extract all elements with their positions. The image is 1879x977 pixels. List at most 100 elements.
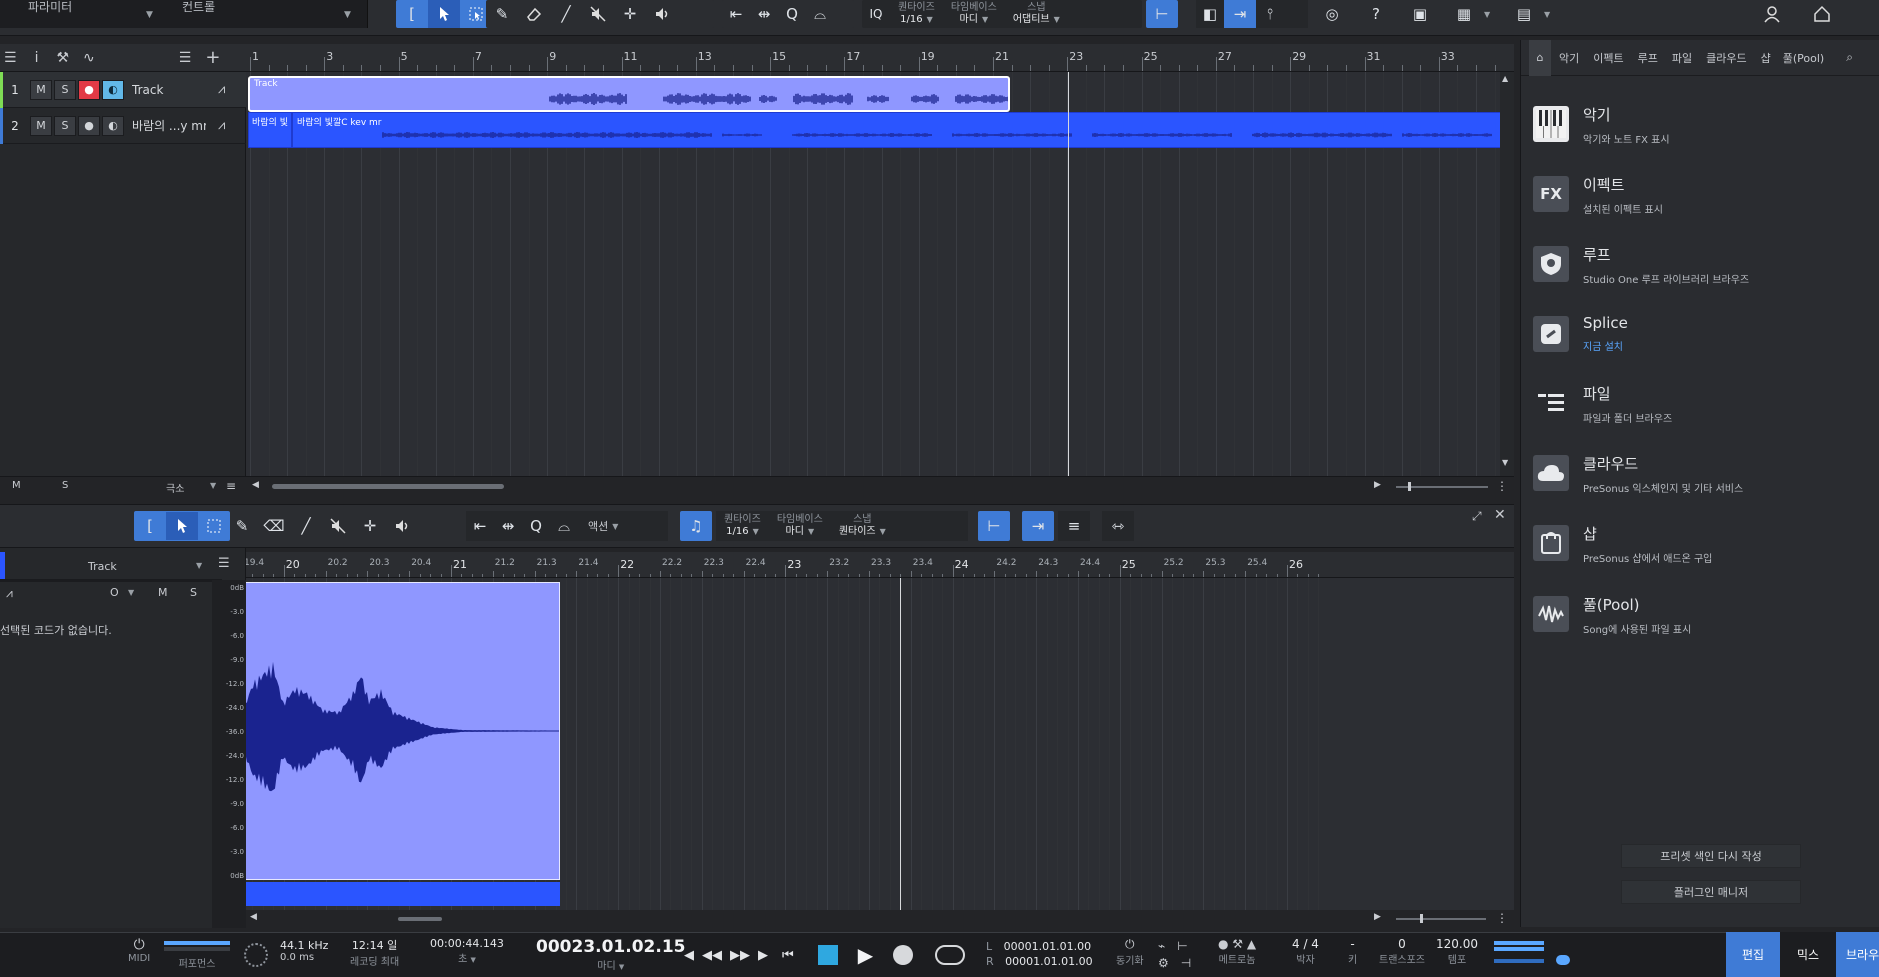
audio-status-icon[interactable] [244, 943, 268, 967]
fast-forward-icon[interactable]: ▶▶ [730, 948, 750, 963]
close-icon[interactable]: ✕ [1494, 507, 1506, 523]
zoom-slider-handle[interactable] [1420, 914, 1423, 923]
browser-item-files[interactable]: 파일 파일과 폴더 브라우즈 [1533, 383, 1873, 443]
pencil-icon[interactable]: ✎ [486, 0, 518, 28]
scroll-right-icon[interactable]: ▶ [1374, 912, 1381, 922]
timebase-select[interactable]: 타임베이스 마디 ▼ [769, 514, 831, 538]
browser-item-loops[interactable]: 루프 Studio One 루프 라이브러리 브라우즈 [1533, 244, 1873, 304]
chevron-down-icon[interactable]: ▼ [146, 10, 153, 20]
zoom-icon[interactable]: ⋮ [1496, 911, 1508, 925]
stop-button[interactable] [817, 945, 838, 965]
autoscroll-icon[interactable]: ⇥ [1224, 0, 1256, 28]
home-icon[interactable] [1806, 0, 1838, 28]
chevron-down-icon[interactable]: ▼ [128, 588, 134, 597]
midi-monitor[interactable]: ⏻ MIDI [128, 937, 150, 964]
editor-fit-button[interactable]: ⇿ [1102, 511, 1134, 541]
solo-button[interactable]: S [54, 79, 76, 100]
snap-toggle[interactable]: ⊢ [978, 511, 1010, 541]
browser-tab-files[interactable]: 파일 [1672, 50, 1692, 66]
stretch-icon[interactable]: ⇹ [494, 512, 522, 540]
quantize-q-icon[interactable]: Q [522, 512, 550, 540]
range-bracket-icon[interactable]: [ [134, 512, 166, 540]
chevron-down-icon[interactable]: ▼ [344, 10, 351, 20]
zoom-slider-handle[interactable] [1408, 482, 1411, 491]
gear-icon[interactable]: ⚙ [1158, 956, 1169, 970]
search-icon[interactable]: ⌕ [1846, 50, 1853, 65]
editor-ruler[interactable]: 19.4 20 20.2 20.3 20.4 21 21.2 21.3 21.4 22 22.2 22… [246, 552, 1514, 578]
track-row[interactable]: 1 M S ● ◐ Track ⩘ [0, 72, 246, 108]
track-size-select[interactable]: 극소 [166, 480, 184, 495]
arrow-tool-icon[interactable] [428, 0, 460, 28]
horizontal-scrollbar[interactable] [272, 484, 504, 489]
scroll-down-icon[interactable]: ▼ [1502, 458, 1508, 467]
editor-split-button[interactable]: ≡ [1058, 511, 1090, 541]
autoscroll-toggle[interactable]: ⇥ [1022, 511, 1054, 541]
groove-icon[interactable]: ⌓ [550, 512, 578, 540]
snap-select[interactable]: 스냅 어댑티브 ▼ [1005, 2, 1068, 26]
preroll-icon[interactable]: ⊢ [1177, 939, 1187, 953]
editor-view[interactable] [246, 578, 1514, 910]
browser-item-instruments[interactable]: 악기 악기와 노트 FX 표시 [1533, 104, 1873, 164]
chevron-down-icon[interactable]: ▼ [210, 481, 216, 490]
rebuild-preset-index-button[interactable]: 프리셋 색인 다시 작성 [1621, 844, 1801, 868]
browser-tab-cloud[interactable]: 클라우드 [1706, 50, 1746, 66]
master-meter[interactable] [1494, 941, 1572, 971]
pencil-icon[interactable]: ✎ [226, 512, 258, 540]
rewind-icon[interactable]: ◀◀ [702, 948, 722, 963]
listen-tool-icon[interactable] [386, 512, 418, 540]
playhead[interactable] [1068, 72, 1069, 476]
punch-icon[interactable]: ⊣ [1181, 956, 1191, 970]
list-icon[interactable]: ☰ [179, 50, 192, 66]
position-display[interactable]: 00023.01.02.15 마디 ▼ [536, 937, 686, 972]
target-icon[interactable]: ◎ [1316, 0, 1348, 28]
user-icon[interactable] [1756, 0, 1788, 28]
browser-tab-pool[interactable]: 풀(Pool) [1783, 50, 1824, 66]
playhead[interactable] [900, 578, 901, 910]
precount-icon[interactable]: ⌁ [1158, 939, 1165, 953]
info-icon[interactable]: i [35, 50, 39, 66]
arrow-tool-icon[interactable] [166, 512, 198, 540]
editor-track-header[interactable]: Track ▼ [0, 552, 222, 580]
event-lane[interactable] [246, 882, 560, 906]
audio-clip[interactable]: 바람의 빛깔C kev mr [292, 112, 1502, 148]
wrench-icon[interactable]: ⚒ [56, 50, 69, 66]
track-name[interactable]: 바람의 ...y mr [132, 117, 206, 134]
performance-meter[interactable]: 퍼포먼스 [164, 937, 230, 970]
list-icon[interactable]: ☰ [218, 556, 230, 571]
add-track-icon[interactable]: + [205, 47, 220, 68]
record-button[interactable] [893, 945, 914, 965]
record-button[interactable]: ● [78, 115, 100, 136]
previous-marker-icon[interactable]: ◀ [684, 948, 694, 963]
snap-toggle[interactable]: ⊢ [1146, 0, 1178, 28]
help-icon[interactable]: ? [1360, 0, 1392, 28]
tempo-display[interactable]: 120.00 템포 [1436, 937, 1478, 966]
bend-tool-icon[interactable]: ✛ [354, 512, 386, 540]
nudge-left-icon[interactable]: ⇤ [722, 0, 750, 28]
record-button[interactable]: ● [78, 79, 100, 100]
next-marker-icon[interactable]: ▶ [758, 948, 768, 963]
menu-icon[interactable]: ☰ [4, 50, 17, 66]
range-bracket-icon[interactable]: [ [396, 0, 428, 28]
waveform-icon[interactable]: ⩘ [6, 586, 13, 601]
timebase-select[interactable]: 타임베이스 마디 ▼ [943, 2, 1005, 26]
solo-button[interactable]: S [54, 115, 76, 136]
list-icon[interactable]: ≡ [226, 479, 236, 493]
time-signature-display[interactable]: 4 / 4 박자 [1292, 937, 1319, 966]
audio-clip[interactable]: 바람의 빛 [248, 112, 292, 148]
zoom-slider[interactable] [1396, 918, 1486, 920]
seconds-display[interactable]: 00:00:44.143 초 ▼ [430, 937, 504, 965]
footer-mute[interactable]: M [12, 480, 21, 491]
quantize-select[interactable]: 퀀타이즈 1/16 ▼ [716, 514, 769, 538]
solo-button[interactable]: S [190, 586, 197, 599]
snap-select[interactable]: 스냅 퀀타이즈 ▼ [831, 514, 894, 538]
chevron-down-icon[interactable]: ▼ [196, 561, 202, 570]
mute-tool-icon[interactable] [322, 512, 354, 540]
chevron-down-icon[interactable]: ▼ [612, 522, 618, 531]
return-to-zero-icon[interactable]: ⏮ [782, 948, 794, 963]
layout-icon[interactable]: ▤ [1508, 0, 1540, 28]
browser-item-cloud[interactable]: 클라우드 PreSonus 익스체인지 및 기타 서비스 [1533, 453, 1873, 513]
iq-button[interactable]: IQ [862, 0, 890, 28]
browser-tab-effects[interactable]: 이펙트 [1593, 50, 1623, 66]
chevron-down-icon[interactable]: ▼ [1484, 10, 1490, 19]
footer-solo[interactable]: S [62, 480, 68, 491]
